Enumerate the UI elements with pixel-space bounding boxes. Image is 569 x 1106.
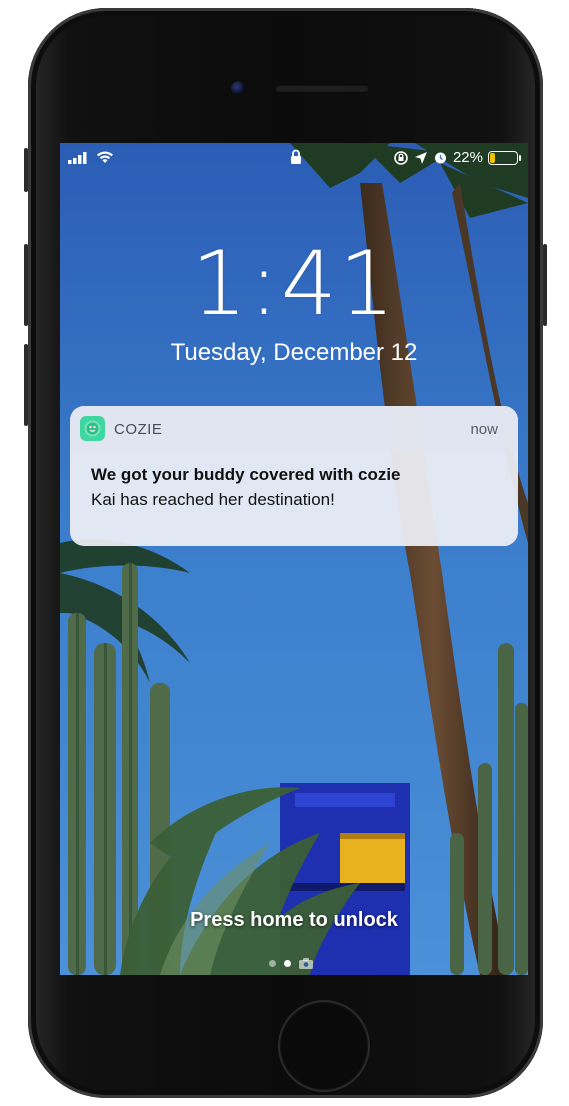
cozie-app-icon [80, 416, 105, 441]
lock-screen: 22% 1:41 Tuesday, December 12 COZIE now … [60, 143, 528, 975]
page-dot-active [284, 960, 291, 967]
orientation-lock-icon [394, 150, 408, 165]
notification-card[interactable]: COZIE now We got your buddy covered with… [70, 406, 518, 546]
home-button[interactable] [280, 1002, 368, 1090]
lock-icon [291, 149, 301, 164]
alarm-icon [434, 152, 446, 164]
battery-fill [490, 152, 495, 163]
earpiece-speaker [275, 84, 369, 92]
status-bar-right: 22% [393, 149, 521, 166]
volume-up-button [24, 244, 28, 326]
status-bar-left [68, 151, 114, 164]
notification-title: We got your buddy covered with cozie [91, 465, 401, 484]
notification-time: now [470, 421, 498, 438]
camera-icon[interactable] [299, 958, 313, 969]
front-camera [231, 81, 245, 95]
status-bar-center [290, 149, 302, 169]
mute-switch [24, 148, 28, 192]
unlock-hint: Press home to unlock [190, 909, 398, 931]
notification-app-name: COZIE [114, 421, 163, 438]
status-bar: 22% [60, 143, 528, 175]
notification-body: Kai has reached her destination! [91, 490, 335, 509]
page-indicator [269, 958, 313, 969]
location-arrow-icon [414, 151, 427, 164]
page-dot [269, 960, 276, 967]
wifi-icon [97, 151, 113, 163]
lock-screen-date: Tuesday, December 12 [170, 339, 418, 366]
lock-screen-time: 1:41 [191, 232, 397, 335]
cellular-signal-icon [68, 151, 87, 164]
battery-icon [488, 150, 521, 165]
power-button [543, 244, 547, 326]
battery-percentage: 22% [452, 149, 483, 166]
volume-down-button [24, 344, 28, 426]
